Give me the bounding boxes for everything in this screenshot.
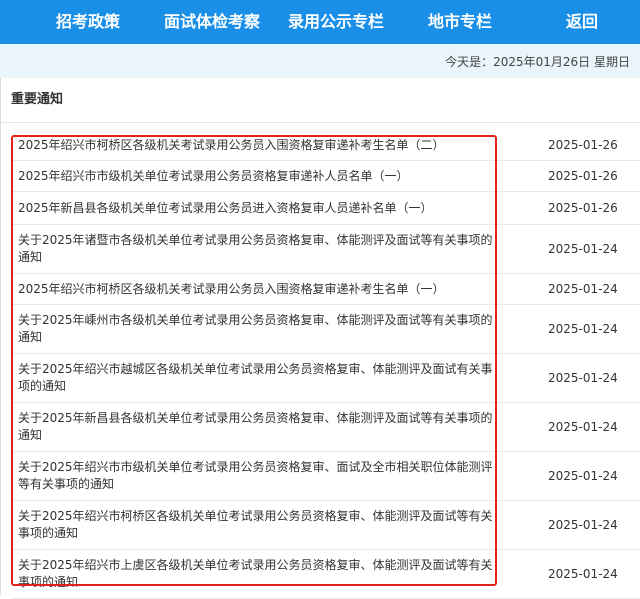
notice-date: 2025-01-24 <box>548 322 618 336</box>
notice-row[interactable]: 2025年绍兴市柯桥区各级机关考试录用公务员入围资格复审递补考生名单（二） 202… <box>12 130 640 161</box>
notice-date: 2025-01-26 <box>548 201 618 215</box>
notice-row[interactable]: 2025年新昌县各级机关单位考试录用公务员进入资格复审人员递补名单（一） 2025… <box>12 192 640 225</box>
notice-title-link[interactable]: 关于2025年绍兴市上虞区各级机关单位考试录用公务员资格复审、体能测评及面试等有… <box>12 557 496 591</box>
notice-title-link[interactable]: 关于2025年绍兴市柯桥区各级机关单位考试录用公务员资格复审、体能测评及面试等有… <box>12 508 496 542</box>
notice-list: 2025年绍兴市柯桥区各级机关考试录用公务员入围资格复审递补考生名单（二） 202… <box>12 130 640 599</box>
notice-row[interactable]: 关于2025年新昌县各级机关单位考试录用公务员资格复审、体能测评及面试等有关事项… <box>12 403 640 452</box>
notice-date: 2025-01-26 <box>548 169 618 183</box>
notice-date: 2025-01-24 <box>548 242 618 256</box>
notice-date: 2025-01-24 <box>548 282 618 296</box>
notice-row[interactable]: 关于2025年嵊州市各级机关单位考试录用公务员资格复审、体能测评及面试等有关事项… <box>12 305 640 354</box>
notice-title-link[interactable]: 2025年绍兴市市级机关单位考试录用公务员资格复审递补人员名单（一） <box>12 168 496 185</box>
notice-date: 2025-01-24 <box>548 518 618 532</box>
current-date-text: 今天是：2025年01月26日 星期日 <box>445 54 630 69</box>
notice-row[interactable]: 关于2025年绍兴市越城区各级机关单位考试录用公务员资格复审、体能测评及面试有关… <box>12 354 640 403</box>
notice-date: 2025-01-24 <box>548 371 618 385</box>
notice-title-link[interactable]: 关于2025年诸暨市各级机关单位考试录用公务员资格复审、体能测评及面试等有关事项… <box>12 232 496 266</box>
notice-row[interactable]: 2025年绍兴市柯桥区各级机关考试录用公务员入围资格复审递补考生名单（一） 202… <box>12 274 640 305</box>
nav-item-interview-exam[interactable]: 面试体检考察 <box>164 0 260 44</box>
notice-row[interactable]: 关于2025年绍兴市上虞区各级机关单位考试录用公务员资格复审、体能测评及面试等有… <box>12 550 640 599</box>
notice-title-link[interactable]: 2025年新昌县各级机关单位考试录用公务员进入资格复审人员递补名单（一） <box>12 200 496 217</box>
notice-title-link[interactable]: 关于2025年新昌县各级机关单位考试录用公务员资格复审、体能测评及面试等有关事项… <box>12 410 496 444</box>
nav-item-back[interactable]: 返回 <box>566 0 598 44</box>
notice-date: 2025-01-26 <box>548 138 618 152</box>
notice-title-link[interactable]: 关于2025年绍兴市越城区各级机关单位考试录用公务员资格复审、体能测评及面试有关… <box>12 361 496 395</box>
date-bar: 今天是：2025年01月26日 星期日 <box>0 44 640 78</box>
section-title: 重要通知 <box>1 78 640 123</box>
notice-title-link[interactable]: 2025年绍兴市柯桥区各级机关考试录用公务员入围资格复审递补考生名单（一） <box>12 281 496 298</box>
notice-date: 2025-01-24 <box>548 567 618 581</box>
notice-title-link[interactable]: 关于2025年嵊州市各级机关单位考试录用公务员资格复审、体能测评及面试等有关事项… <box>12 312 496 346</box>
nav-item-recruitment-policy[interactable]: 招考政策 <box>56 0 120 44</box>
notice-title-link[interactable]: 关于2025年绍兴市市级机关单位考试录用公务员资格复审、面试及全市相关职位体能测… <box>12 459 496 493</box>
notice-date: 2025-01-24 <box>548 469 618 483</box>
notice-row[interactable]: 关于2025年诸暨市各级机关单位考试录用公务员资格复审、体能测评及面试等有关事项… <box>12 225 640 274</box>
notice-date: 2025-01-24 <box>548 420 618 434</box>
top-nav: 招考政策 面试体检考察 录用公示专栏 地市专栏 返回 <box>0 0 640 44</box>
notice-row[interactable]: 关于2025年绍兴市柯桥区各级机关单位考试录用公务员资格复审、体能测评及面试等有… <box>12 501 640 550</box>
notice-row[interactable]: 2025年绍兴市市级机关单位考试录用公务员资格复审递补人员名单（一） 2025-0… <box>12 161 640 192</box>
notice-row[interactable]: 关于2025年绍兴市市级机关单位考试录用公务员资格复审、面试及全市相关职位体能测… <box>12 452 640 501</box>
notice-title-link[interactable]: 2025年绍兴市柯桥区各级机关考试录用公务员入围资格复审递补考生名单（二） <box>12 137 496 154</box>
nav-item-hiring-announcements[interactable]: 录用公示专栏 <box>288 0 384 44</box>
nav-item-city-column[interactable]: 地市专栏 <box>428 0 492 44</box>
